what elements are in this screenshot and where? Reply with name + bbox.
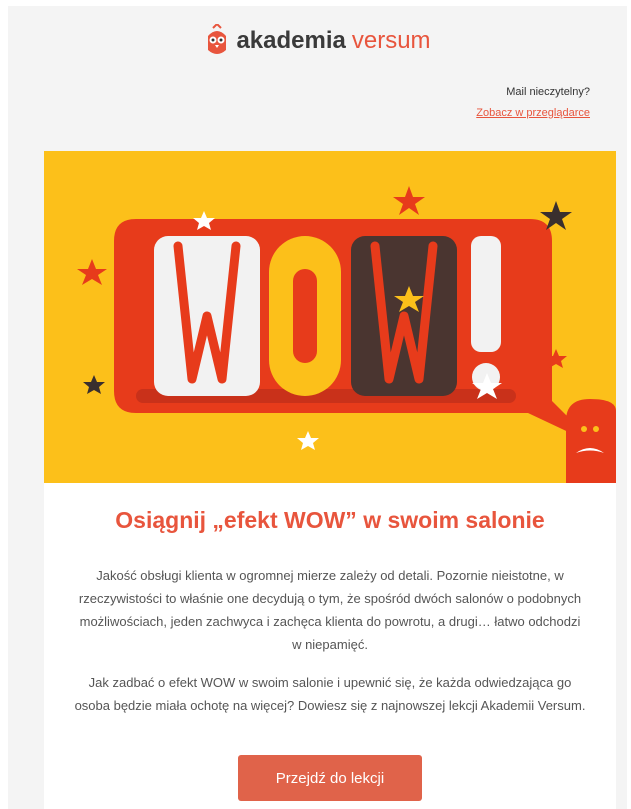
email-headline: Osiągnij „efekt WOW” w swoim salonie xyxy=(115,507,545,533)
brand-name-primary: akademia xyxy=(236,27,346,54)
go-to-lesson-button[interactable]: Przejdź do lekcji xyxy=(238,755,422,801)
wow-hero-illustration xyxy=(44,151,616,483)
brand-name-secondary: versum xyxy=(351,27,431,54)
brand-logo[interactable]: akademia versum xyxy=(8,24,627,58)
intro-paragraph: Jakość obsługi klienta w ogromnej mierze… xyxy=(78,568,582,652)
owl-mascot-icon xyxy=(566,399,616,483)
wow-letters xyxy=(154,236,501,396)
view-in-browser-link[interactable]: Zobacz w przeglądarce xyxy=(476,107,590,119)
letter-exclamation xyxy=(471,236,501,352)
email-card: Osiągnij „efekt WOW” w swoim salonie Jak… xyxy=(44,151,616,809)
detail-paragraph: Jak zadbać o efekt WOW w swoim salonie i… xyxy=(74,675,586,713)
unread-notice: Mail nieczytelny? xyxy=(506,86,590,98)
email-container: akademia versum Mail nieczytelny? Zobacz… xyxy=(8,6,627,809)
owl-logo-icon xyxy=(208,24,227,54)
